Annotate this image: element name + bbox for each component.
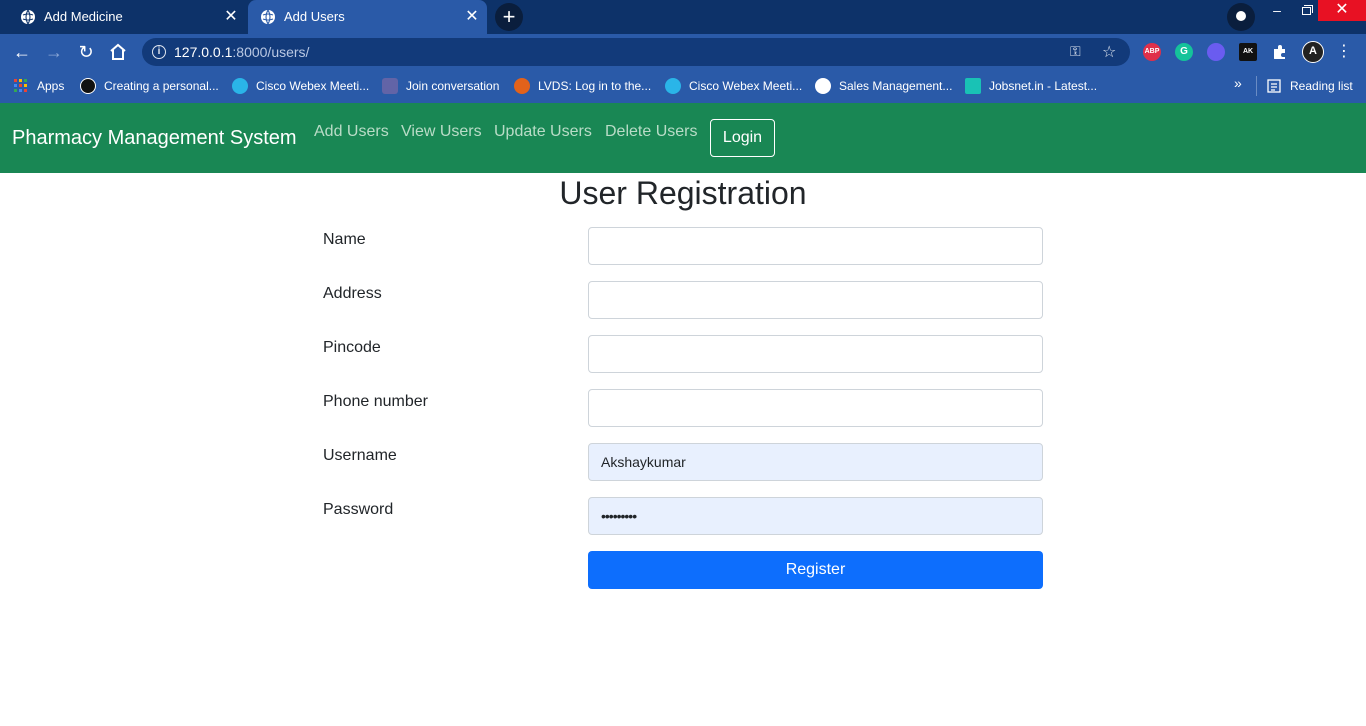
profile-avatar-icon[interactable]: A (1302, 41, 1324, 63)
username-field[interactable]: Akshaykumar (588, 443, 1043, 481)
bookmark-github[interactable]: Creating a personal... (80, 76, 219, 96)
pincode-label: Pincode (323, 339, 381, 356)
tab-add-users[interactable]: Add Users ✕ (248, 0, 487, 34)
globe-icon (261, 9, 275, 25)
app-navbar: Pharmacy Management System Add Users Vie… (0, 103, 1366, 173)
apps-grid-icon (14, 79, 27, 92)
puzzle-icon[interactable] (1271, 43, 1289, 61)
username-label: Username (323, 447, 397, 464)
bookmark-lvds[interactable]: LVDS: Log in to the... (514, 76, 651, 96)
nav-add-users[interactable]: Add Users (314, 123, 389, 141)
password-field[interactable]: ••••••••• (588, 497, 1043, 535)
back-arrow-icon[interactable]: ← (10, 40, 34, 64)
kebab-menu-icon[interactable]: ⋮ (1332, 40, 1356, 64)
bookmark-jobsnet[interactable]: Jobsnet.in - Latest... (965, 76, 1097, 96)
name-field[interactable] (588, 227, 1043, 265)
reading-list-button[interactable]: Reading list (1266, 76, 1353, 96)
browser-tab-strip: Add Medicine ✕ Add Users ✕ + – ✕ (0, 0, 1366, 34)
tab-title: Add Medicine (44, 9, 123, 24)
teams-icon (382, 78, 398, 94)
bookmark-apps[interactable]: Apps (13, 76, 64, 96)
tab-add-medicine[interactable]: Add Medicine ✕ (8, 0, 246, 34)
bookmark-webex-2[interactable]: Cisco Webex Meeti... (665, 76, 802, 96)
grammarly-icon[interactable]: G (1175, 43, 1193, 61)
address-bar[interactable]: i 127.0.0.1:8000/users/ ⚿ ☆ (142, 38, 1130, 66)
phone-number-label: Phone number (323, 393, 428, 410)
close-tab-icon[interactable]: ✕ (224, 8, 238, 26)
register-button[interactable]: Register (588, 551, 1043, 589)
name-label: Name (323, 231, 366, 248)
info-orange-icon (514, 78, 530, 94)
url-text[interactable]: 127.0.0.1:8000/users/ (174, 44, 309, 60)
login-button[interactable]: Login (710, 119, 775, 157)
home-icon[interactable] (106, 40, 130, 64)
address-label: Address (323, 285, 382, 302)
bookmark-webex-1[interactable]: Cisco Webex Meeti... (232, 76, 369, 96)
page-title: User Registration (559, 175, 807, 211)
bookmarks-divider (1256, 76, 1257, 96)
browser-toolbar: ← → ↻ i 127.0.0.1:8000/users/ ⚿ ☆ ABP G … (0, 34, 1366, 70)
address-field[interactable] (588, 281, 1043, 319)
password-label: Password (323, 501, 394, 518)
site-info-icon[interactable]: i (152, 45, 166, 59)
ak-extension-icon[interactable]: AK (1239, 43, 1257, 61)
globe-icon (21, 9, 35, 25)
nav-view-users[interactable]: View Users (401, 123, 482, 141)
bookmark-star-icon[interactable]: ☆ (1102, 42, 1120, 61)
nav-delete-users[interactable]: Delete Users (605, 123, 697, 141)
tab-title: Add Users (284, 9, 345, 24)
key-icon[interactable]: ⚿ (1070, 43, 1088, 61)
jobsnet-icon (965, 78, 981, 94)
globe-icon (815, 78, 831, 94)
bookmarks-overflow-icon[interactable]: » (1234, 75, 1242, 91)
minimize-icon[interactable]: – (1262, 0, 1292, 30)
extension-gear-icon[interactable] (1207, 43, 1225, 61)
bookmark-teams[interactable]: Join conversation (382, 76, 499, 96)
pincode-field[interactable] (588, 335, 1043, 373)
tab-search-icon[interactable] (1227, 3, 1255, 31)
bookmarks-bar: Apps Creating a personal... Cisco Webex … (0, 70, 1366, 103)
navbar-brand[interactable]: Pharmacy Management System (12, 127, 297, 150)
phone-number-field[interactable] (588, 389, 1043, 427)
window-close-icon[interactable]: ✕ (1318, 0, 1366, 21)
webex-icon (232, 78, 248, 94)
reading-list-icon (1267, 79, 1281, 93)
bookmark-sales[interactable]: Sales Management... (815, 76, 952, 96)
forward-arrow-icon[interactable]: → (42, 40, 66, 64)
new-tab-button[interactable]: + (495, 3, 523, 31)
reload-icon[interactable]: ↻ (74, 40, 98, 64)
github-icon (80, 78, 96, 94)
webex-icon (665, 78, 681, 94)
nav-update-users[interactable]: Update Users (494, 123, 592, 141)
close-tab-icon[interactable]: ✕ (465, 8, 479, 26)
adblock-plus-icon[interactable]: ABP (1143, 43, 1161, 61)
